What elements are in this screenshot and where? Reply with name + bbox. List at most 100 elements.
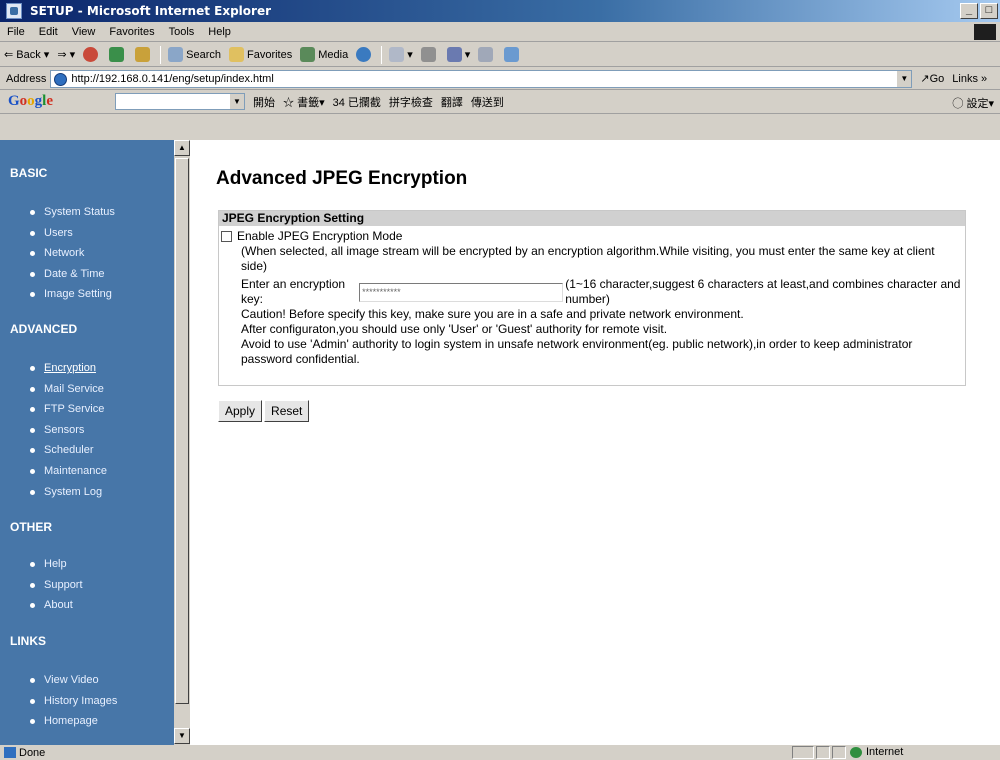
sidebar-item-maintenance[interactable]: Maintenance [30,465,107,477]
sidebar-item-view-video[interactable]: View Video [30,674,99,686]
bullet-icon [30,427,35,433]
google-search-input[interactable]: ▼ [115,93,246,110]
sidebar-item-label: FTP Service [44,403,105,415]
sidebar-item-label: Support [44,579,83,591]
toolbar-separator [160,45,162,64]
sidebar-item-image-setting[interactable]: Image Setting [30,288,112,300]
mail-button[interactable]: ▾ [385,47,417,62]
stop-icon [83,47,99,62]
sidebar-item-homepage[interactable]: Homepage [30,715,98,727]
panel-heading: JPEG Encryption Setting [219,211,965,226]
address-dropdown-icon[interactable]: ▼ [896,70,912,87]
send-to-button[interactable]: 傳送到 [471,94,504,110]
menu-tools[interactable]: Tools [162,26,202,38]
form-buttons: Apply Reset [218,400,311,422]
sidebar-item-help[interactable]: Help [30,558,67,570]
scroll-down-icon[interactable]: ▼ [174,728,190,744]
address-url: http://192.168.0.141/eng/setup/index.htm… [71,72,274,85]
bullet-icon [30,698,35,704]
sidebar-item-system-log[interactable]: System Log [30,486,102,498]
menu-view[interactable]: View [65,26,103,38]
google-bookmarks-button[interactable]: ☆ 書籤▾ [283,94,325,110]
google-settings-button[interactable]: ◯ 設定▾ [952,95,994,111]
enable-encryption-checkbox[interactable] [221,231,232,242]
sidebar-section-advanced: ADVANCED [10,322,78,336]
security-zone: Internet [850,746,903,758]
sidebar-item-network[interactable]: Network [30,247,84,259]
sidebar-item-about[interactable]: About [30,599,73,611]
sidebar-item-label: Maintenance [44,465,107,477]
print-button[interactable] [417,47,443,62]
discuss-button[interactable] [474,47,500,62]
menu-help[interactable]: Help [201,26,238,38]
menu-favorites[interactable]: Favorites [102,26,161,38]
google-logo[interactable]: Google [8,93,53,110]
history-icon [356,47,372,62]
stop-button[interactable] [79,47,105,62]
apply-button[interactable]: Apply [218,400,263,422]
status-bar: Done Internet [0,745,1000,760]
back-button[interactable]: ⇐ Back ▾ [0,48,53,62]
sidebar-item-system-status[interactable]: System Status [30,206,115,218]
messenger-button[interactable] [500,47,526,62]
sidebar-item-label: Date & Time [44,268,105,280]
sidebar-item-label: System Log [44,486,103,498]
address-label: Address [6,72,47,85]
internet-globe-icon [850,746,862,758]
sidebar-item-ftp-service[interactable]: FTP Service [30,403,104,415]
favorites-button[interactable]: Favorites [225,47,296,62]
bullet-icon [30,386,35,392]
menu-file[interactable]: File [0,26,32,38]
sidebar-item-scheduler[interactable]: Scheduler [30,444,94,456]
home-button[interactable] [131,47,157,62]
translate-button[interactable]: 翻譯 [441,94,463,110]
caution-text: Caution! Before specify this key, make s… [241,307,744,321]
scroll-up-icon[interactable]: ▲ [174,140,190,156]
refresh-button[interactable] [105,47,131,62]
bullet-icon [30,489,35,495]
sidebar-item-encryption[interactable]: Encryption [30,362,96,374]
maximize-button[interactable]: □ [980,3,998,19]
sidebar-item-label: Encryption [44,362,96,374]
edit-icon [446,47,462,62]
reset-button[interactable]: Reset [264,400,310,422]
ie-page-icon [54,72,68,86]
refresh-icon [109,47,125,62]
scrollbar-thumb[interactable] [175,158,189,704]
enable-encryption-label: Enable JPEG Encryption Mode [237,229,403,243]
sidebar-item-label: Scheduler [44,444,94,456]
media-icon [300,47,316,62]
encryption-settings-panel: JPEG Encryption Setting Enable JPEG Encr… [218,210,966,386]
address-input[interactable]: http://192.168.0.141/eng/setup/index.htm… [50,69,913,88]
sidebar-item-users[interactable]: Users [30,227,73,239]
sidebar-item-history-images[interactable]: History Images [30,695,117,707]
sidebar-item-date-time[interactable]: Date & Time [30,268,105,280]
edit-button[interactable]: ▾ [443,47,475,62]
sidebar-item-sensors[interactable]: Sensors [30,424,84,436]
sidebar-scrollbar[interactable]: ▲ ▼ [174,140,190,745]
links-button[interactable]: Links » [952,73,987,85]
history-button[interactable] [352,47,378,62]
popup-blocker-button[interactable]: 34 已攔截 [333,94,381,110]
spellcheck-button[interactable]: 拼字檢查 [389,94,433,110]
bullet-icon [30,561,35,567]
sidebar-item-label: Users [44,227,73,239]
sidebar-item-support[interactable]: Support [30,579,83,591]
google-start-button[interactable]: 開始 [253,94,275,110]
bullet-icon [30,230,35,236]
media-button[interactable]: Media [296,47,352,62]
sidebar-item-label: Homepage [44,715,98,727]
minimize-button[interactable]: _ [960,3,978,19]
forward-button[interactable]: ⇒ ▾ [53,48,79,61]
sidebar-item-mail-service[interactable]: Mail Service [30,383,104,395]
encryption-key-input[interactable]: *********** [359,282,564,302]
search-button[interactable]: Search [164,47,225,62]
chevron-down-icon[interactable]: ▼ [230,94,245,109]
go-button[interactable]: ↗Go [920,72,944,85]
menu-edit[interactable]: Edit [32,26,65,38]
favorites-icon [228,47,244,62]
title-bar: SETUP - Microsoft Internet Explorer _ □ [0,0,1000,22]
menu-bar: File Edit View Favorites Tools Help [0,22,1000,42]
status-cell [816,746,830,759]
sidebar-item-label: View Video [44,674,99,686]
